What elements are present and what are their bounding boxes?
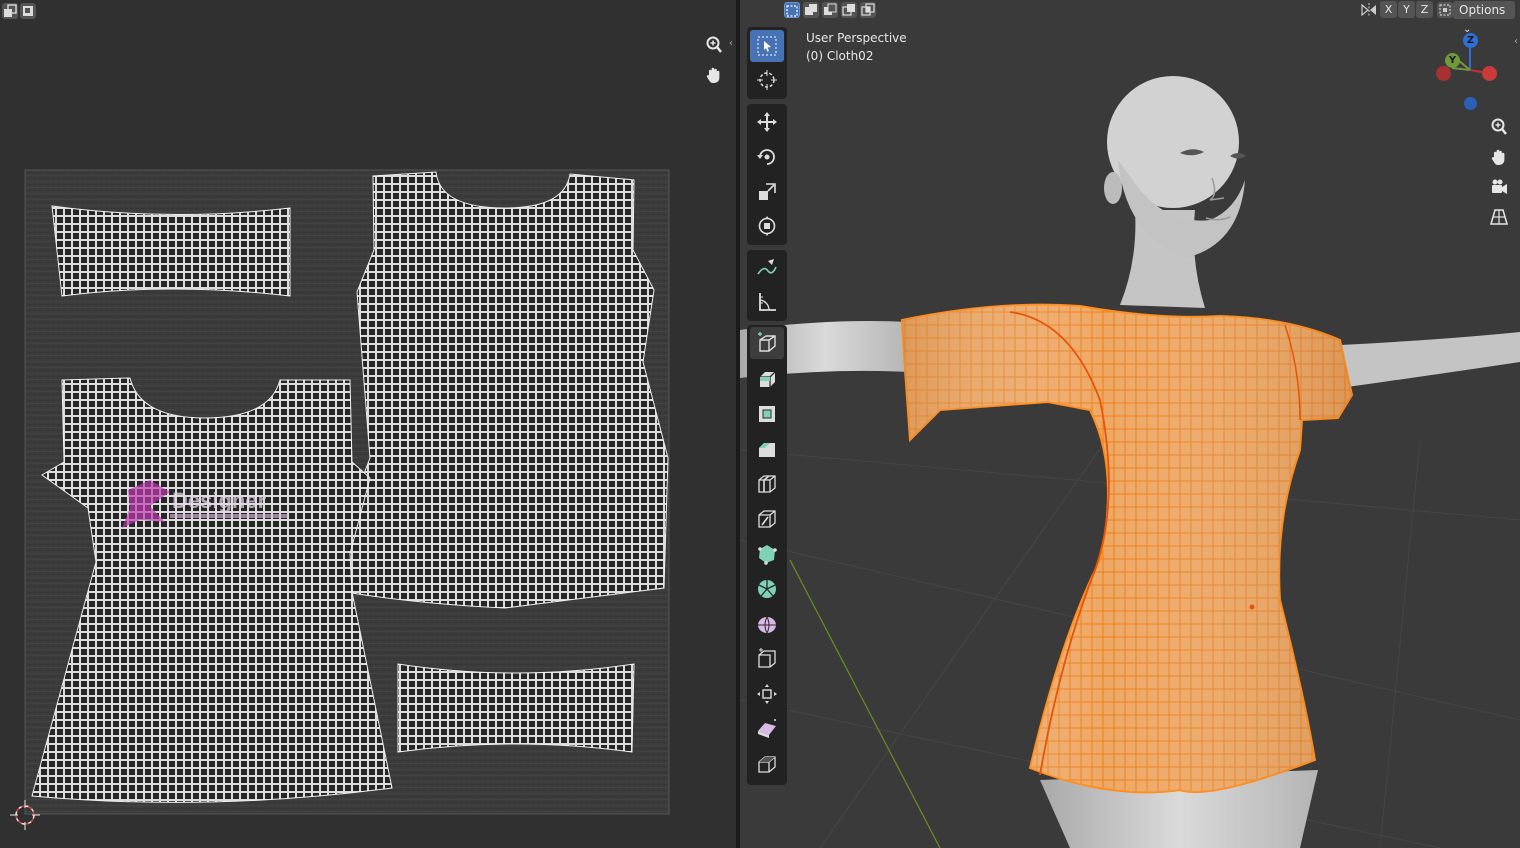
- inset-icon[interactable]: [750, 398, 784, 430]
- extrude-icon[interactable]: [750, 363, 784, 395]
- annotate-icon[interactable]: [750, 252, 784, 284]
- loop-cut-icon[interactable]: [750, 468, 784, 500]
- view-name: User Perspective: [806, 31, 907, 45]
- gizmo-x-axis[interactable]: [1482, 66, 1497, 81]
- bevel-icon[interactable]: [750, 433, 784, 465]
- perspective-grid-icon[interactable]: [1485, 203, 1513, 231]
- camera-view-icon[interactable]: [1485, 173, 1513, 201]
- edge-slide-icon[interactable]: [750, 643, 784, 675]
- svg-text:Designer: Designer: [172, 488, 267, 513]
- move-icon[interactable]: [750, 106, 784, 138]
- options-dropdown[interactable]: Options ⌄: [1453, 1, 1515, 35]
- shear-icon[interactable]: [750, 713, 784, 745]
- transform-icon[interactable]: [750, 210, 784, 242]
- gizmo-neg-z-axis[interactable]: [1464, 97, 1477, 110]
- select-invert-icon[interactable]: [841, 2, 857, 18]
- scene-canvas[interactable]: [740, 0, 1520, 848]
- mirror-icon[interactable]: [1360, 2, 1378, 18]
- mirror-y-button[interactable]: Y: [1398, 1, 1415, 18]
- add-cube-icon[interactable]: [750, 327, 784, 359]
- uv-island-sleeve-bottom: [397, 663, 635, 753]
- select-intersect-icon[interactable]: [860, 2, 876, 18]
- gizmo-y-axis[interactable]: Y: [1445, 53, 1460, 68]
- mirror-z-button[interactable]: Z: [1416, 1, 1433, 18]
- uv-editor[interactable]: ‹ Designer: [0, 0, 736, 848]
- toolbar-group-select: [747, 27, 787, 99]
- collapse-arrow-icon[interactable]: ‹: [1514, 36, 1518, 47]
- select-new-icon[interactable]: [784, 2, 800, 18]
- right-arm: [1340, 332, 1520, 388]
- select-subtract-icon[interactable]: [822, 2, 838, 18]
- rip-region-icon[interactable]: [750, 748, 784, 780]
- scale-icon[interactable]: [750, 176, 784, 208]
- select-box-icon[interactable]: [750, 30, 784, 62]
- smooth-icon[interactable]: [750, 608, 784, 640]
- rotate-icon[interactable]: [750, 141, 784, 173]
- uv-island-sleeve-top: [51, 205, 291, 297]
- uv-island-back: [344, 171, 669, 609]
- toolbar-group-mesh: [747, 325, 787, 785]
- gizmo-neg-x-axis[interactable]: [1436, 66, 1451, 81]
- mirror-x-button[interactable]: X: [1380, 1, 1397, 18]
- uv-canvas[interactable]: Designer: [0, 0, 736, 848]
- cursor-icon[interactable]: [750, 64, 784, 96]
- gizmo-z-axis[interactable]: Z: [1463, 33, 1478, 48]
- shrink-fatten-icon[interactable]: [750, 678, 784, 710]
- options-label: Options: [1459, 3, 1506, 17]
- zoom-icon[interactable]: [1485, 113, 1513, 141]
- spin-icon[interactable]: [750, 573, 784, 605]
- cloth-mesh: [900, 303, 1354, 794]
- knife-icon[interactable]: [750, 503, 784, 535]
- toolbar-group-transform: [747, 104, 787, 245]
- y-axis-line: [789, 559, 941, 848]
- auto-merge-icon[interactable]: [1437, 2, 1453, 18]
- toolbar-group-annotate: [747, 250, 787, 321]
- select-extend-icon[interactable]: [803, 2, 819, 18]
- hand-pan-icon[interactable]: [1485, 143, 1513, 171]
- object-name: (0) Cloth02: [806, 49, 874, 63]
- measure-icon[interactable]: [750, 286, 784, 318]
- poly-build-icon[interactable]: [750, 538, 784, 570]
- 3d-viewport[interactable]: X Y Z Options ⌄ User Perspective (0) Clo…: [740, 0, 1520, 848]
- ear: [1104, 172, 1122, 204]
- navigation-gizmo[interactable]: Z Y: [1432, 30, 1502, 114]
